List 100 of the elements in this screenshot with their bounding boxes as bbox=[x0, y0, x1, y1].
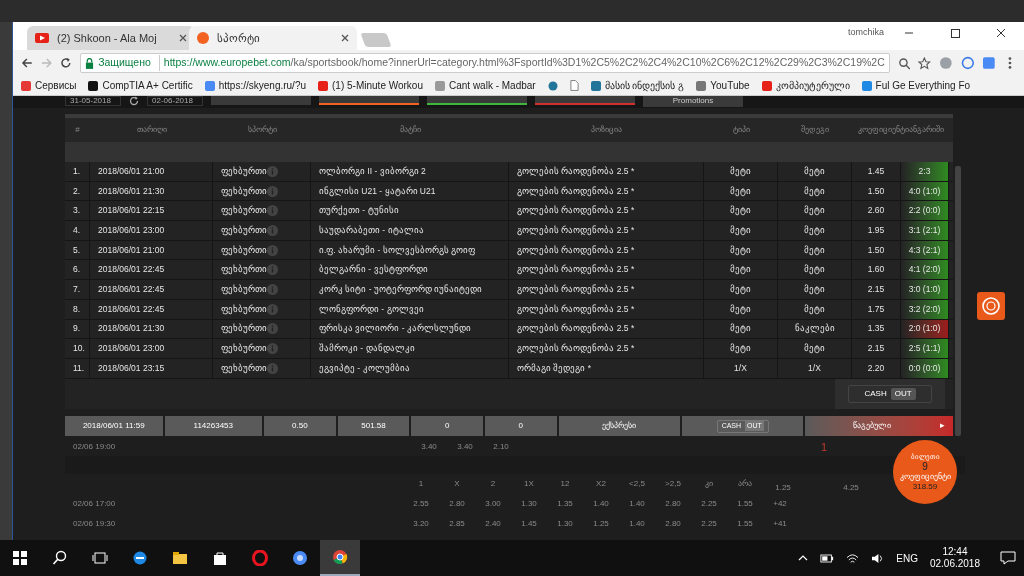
sport-text: ფეხბურთი bbox=[221, 184, 267, 198]
bookmark[interactable]: Ful Ge Everything Fo bbox=[861, 78, 971, 93]
table-cell: მეტი bbox=[704, 260, 778, 280]
star-icon[interactable] bbox=[918, 56, 932, 70]
sport-text: ფეხბურთი bbox=[221, 322, 267, 336]
browser-icon[interactable] bbox=[292, 550, 308, 566]
address-field[interactable]: Защищено https://www.europebet.com/ka/sportsbook/home?innerUrl=category.html%3FsportId%3D1%2C5%2C2%2C4%2C10%2C6%2C12%2C29%2C3%2C19%2C bbox=[80, 53, 890, 73]
scrollbar[interactable] bbox=[955, 166, 961, 436]
sport-text: ფეხბურთი bbox=[221, 164, 267, 178]
date-field[interactable]: 02-06-2018 bbox=[147, 96, 203, 106]
language-indicator[interactable]: ENG bbox=[896, 550, 918, 566]
store-icon[interactable] bbox=[212, 550, 228, 566]
table-cell: ეგვიპტე - კოლუმბია bbox=[311, 358, 509, 378]
table-cell: მეტი bbox=[704, 280, 778, 299]
extension-icon[interactable] bbox=[982, 56, 997, 70]
bookmark[interactable]: Сервисы bbox=[21, 78, 77, 93]
column-header: # bbox=[74, 124, 81, 136]
menu-icon[interactable] bbox=[1008, 56, 1013, 70]
close-icon[interactable] bbox=[994, 26, 1008, 40]
table-cell: 2018/06/01 22:15 bbox=[90, 201, 213, 221]
bookmark[interactable]: https://skyeng.ru/?u bbox=[204, 78, 307, 93]
bookmark[interactable]: (1) 5-Minute Workou bbox=[318, 78, 423, 93]
bookmark[interactable]: მასის ინდექსის გ bbox=[590, 78, 685, 93]
volume-icon[interactable] bbox=[871, 552, 885, 564]
windows-icon[interactable] bbox=[12, 550, 28, 566]
cash-out-button[interactable]: CASH OUT bbox=[848, 384, 932, 403]
notifications-icon[interactable] bbox=[1000, 551, 1016, 565]
zoom-icon[interactable] bbox=[897, 56, 911, 70]
maximize-icon[interactable] bbox=[948, 26, 962, 40]
table-cell: მეტი bbox=[778, 280, 852, 299]
odds-cell-text: 3.40 bbox=[420, 441, 438, 453]
table-cell: მეტი bbox=[778, 201, 852, 221]
bookmark[interactable]: კომპიუტერული bbox=[761, 78, 850, 93]
promotions-tab[interactable]: Promotions bbox=[643, 96, 743, 107]
odds-cell-text: 1.55 bbox=[736, 518, 754, 530]
browser-tab[interactable]: სპორტი bbox=[189, 26, 357, 50]
column-header: სპორტი bbox=[246, 124, 278, 136]
filter-tab[interactable] bbox=[535, 96, 635, 105]
odds-cell-text: 1.45 bbox=[520, 518, 538, 530]
table-cell: 11. bbox=[65, 358, 90, 378]
table-cell: გოლების რაოდენობა 2.5 * bbox=[509, 339, 704, 358]
refresh-icon[interactable] bbox=[129, 96, 139, 106]
opera-icon[interactable] bbox=[252, 550, 268, 566]
table-cell: მეტი bbox=[778, 260, 852, 280]
more-markets[interactable]: +42 bbox=[765, 498, 795, 510]
secure-label: Защищено bbox=[98, 55, 160, 71]
odds-cell-text: 1.35 bbox=[556, 498, 574, 510]
table-cell: კორკ სიტი - უოტერფორდ იუნაიტედი bbox=[311, 280, 509, 299]
table-cell: 7. bbox=[65, 280, 90, 299]
odds-cell-text: 1.40 bbox=[628, 498, 646, 510]
market-header: კი bbox=[704, 478, 714, 490]
filter-tab[interactable] bbox=[319, 96, 419, 105]
table-cell: 9. bbox=[65, 319, 90, 339]
lock-icon bbox=[85, 57, 95, 69]
table-cell: მეტი bbox=[704, 240, 778, 260]
sport-text: ფეხბურთი bbox=[221, 224, 267, 237]
edge-icon[interactable] bbox=[132, 550, 148, 566]
clock[interactable]: 12:44 02.06.2018 bbox=[929, 546, 980, 570]
column-header: თარიღი bbox=[135, 124, 168, 136]
chrome-icon[interactable] bbox=[332, 549, 348, 565]
close-icon[interactable] bbox=[179, 34, 187, 42]
back-icon[interactable] bbox=[21, 57, 33, 69]
odds-label: კოეფიციენტი bbox=[899, 472, 951, 482]
date-field[interactable]: 31-05-2018 bbox=[65, 96, 121, 106]
bookmark[interactable]: YouTube bbox=[696, 78, 750, 93]
sport-text: ფეხბურთი bbox=[221, 361, 267, 375]
wordpress-icon[interactable] bbox=[547, 80, 558, 91]
arrow-icon[interactable]: ▸ bbox=[940, 419, 945, 433]
odds-cell-text: 2.85 bbox=[448, 518, 466, 530]
status-text: წაგებული bbox=[853, 420, 892, 432]
task-view-icon[interactable] bbox=[92, 550, 108, 566]
table-cell: მეტი bbox=[704, 221, 778, 240]
folder-icon[interactable] bbox=[172, 550, 188, 566]
table-cell: გოლების რაოდენობა 2.5 * bbox=[509, 221, 704, 240]
more-markets[interactable]: +41 bbox=[765, 518, 795, 530]
odds-cell-text: 3.00 bbox=[484, 498, 502, 510]
page-icon[interactable] bbox=[569, 80, 579, 91]
table-cell: გოლების რაოდენობა 2.5 * bbox=[509, 319, 704, 339]
table-cell: გოლების რაოდენობა 2.5 * bbox=[509, 280, 704, 299]
table-cell: ი.ფ. ახარუმი - სოლვესბორგს გოიფ bbox=[311, 240, 509, 260]
close-icon[interactable] bbox=[341, 34, 349, 42]
favicon-icon bbox=[88, 80, 99, 91]
filter-tab[interactable] bbox=[427, 96, 527, 105]
match-time: 02/06 19:00 bbox=[72, 441, 117, 453]
score-cell: 2:3 bbox=[901, 162, 949, 181]
search-icon[interactable] bbox=[52, 550, 68, 566]
chevron-icon[interactable] bbox=[798, 555, 809, 561]
odds-cell-text: 2.80 bbox=[664, 518, 682, 530]
bookmark[interactable]: Cant walk - Madbar bbox=[435, 78, 536, 93]
wifi-icon[interactable] bbox=[846, 552, 860, 564]
bookmark[interactable]: CompTIA A+ Certific bbox=[88, 78, 193, 93]
table-cell: გოლების რაოდენობა 2.5 * bbox=[509, 201, 704, 221]
table-cell: 1/X bbox=[778, 358, 852, 378]
reload-icon[interactable] bbox=[60, 57, 73, 69]
table-cell: საუდარაბეთი - იტალია bbox=[311, 221, 509, 240]
table-cell: ფრისკა ვილიორი - კარლსლუნდი bbox=[311, 319, 509, 339]
odds-cell-text: 2.25 bbox=[700, 518, 718, 530]
score-cell: 3:1 (2:1) bbox=[901, 221, 949, 240]
lifebuoy-icon[interactable] bbox=[977, 292, 1005, 320]
battery-icon[interactable] bbox=[820, 553, 835, 563]
